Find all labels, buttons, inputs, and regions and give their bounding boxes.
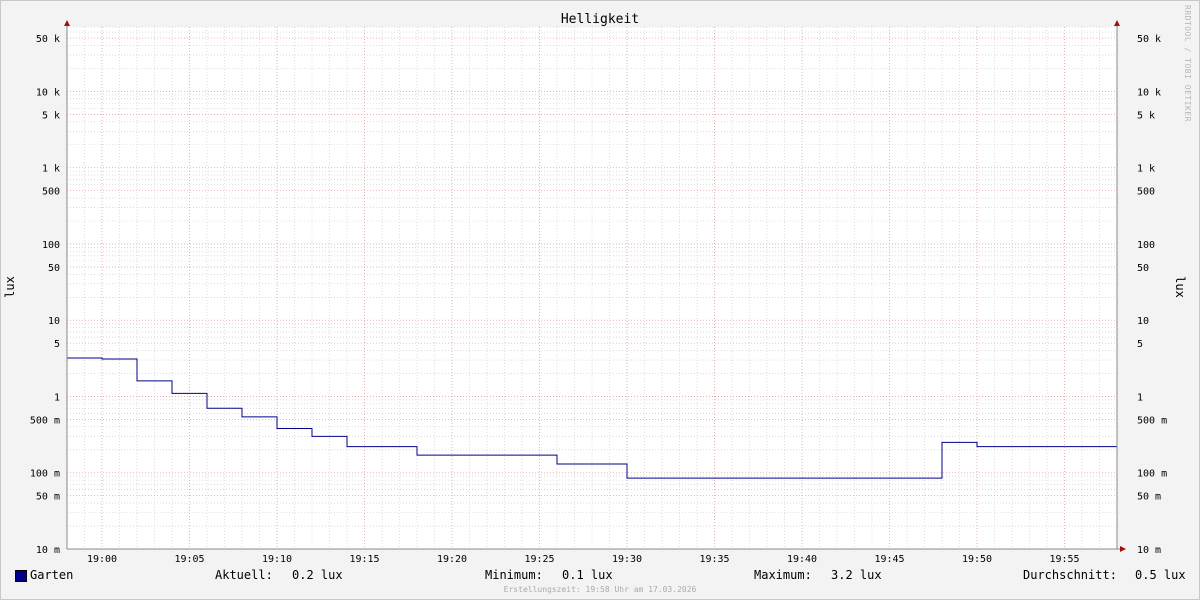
legend-series-label: Garten [30,568,74,582]
y-tick-label-left: 50 [48,263,60,274]
x-tick-label: 19:35 [699,554,729,565]
y-tick-label-left: 10 k [36,87,60,98]
brightness-chart: 50 k 50 k 10 k 10 k 5 k 5 k 1 k 1 k 500 500 100 100… [3,12,1187,565]
y-tick-label-left: 50 k [36,34,60,45]
y-tick-label-left: 500 m [30,415,60,426]
x-tick-label: 19:10 [262,554,292,565]
y-tick-label-left: 5 k [42,110,60,121]
y-tick-label-right: 50 m [1137,492,1161,503]
y-tick-label-right: 5 [1137,339,1143,350]
y-tick-label-right: 50 [1137,263,1149,274]
y-axis-label-right: lux [1173,276,1187,298]
x-tick-label: 19:50 [962,554,992,565]
y-tick-label-left: 10 m [36,545,60,556]
x-tick-label: 19:20 [437,554,467,565]
y-tick-label-left: 500 [42,187,60,198]
x-axis-arrow-icon [1120,546,1126,552]
watermark: RRDTOOL / TOBI OETIKER [1183,5,1192,122]
y-tick-label-left: 5 [54,339,60,350]
y-tick-label-right: 1 [1137,392,1143,403]
x-tick-label: 19:30 [612,554,642,565]
y-tick-label-left: 1 k [42,164,60,175]
legend-aktuell-label: Aktuell: [215,568,273,582]
legend-maximum-value: 3.2 lux [831,568,882,582]
y-tick-label-right: 1 k [1137,164,1155,175]
chart-title: Helligkeit [561,12,639,27]
x-tick-label: 19:45 [874,554,904,565]
footer-timestamp: Erstellungszeit: 19:58 Uhr am 17.03.2026 [503,585,697,594]
y-tick-label-right: 10 [1137,316,1149,327]
y-tick-label-left: 100 [42,240,60,251]
legend-maximum-label: Maximum: [754,568,812,582]
x-tick-label: 19:15 [349,554,379,565]
legend-aktuell-value: 0.2 lux [292,568,343,582]
y-tick-label-left: 50 m [36,492,60,503]
legend-swatch [15,570,27,582]
y-tick-label-right: 10 k [1137,87,1161,98]
y-tick-label-right: 500 m [1137,415,1167,426]
y-tick-label-left: 1 [54,392,60,403]
x-tick-label: 19:55 [1049,554,1079,565]
left-axis-arrow-icon [64,20,70,26]
legend-durchschnitt-label: Durchschnitt: [1023,568,1117,582]
y-tick-label-right: 5 k [1137,110,1155,121]
x-tick-label: 19:05 [174,554,204,565]
y-tick-label-left: 100 m [30,469,60,480]
y-axis-label-left: lux [3,276,17,298]
legend-minimum-value: 0.1 lux [562,568,613,582]
y-tick-label-right: 50 k [1137,34,1161,45]
y-tick-label-right: 10 m [1137,545,1161,556]
y-tick-label-right: 500 [1137,187,1155,198]
x-tick-label: 19:00 [87,554,117,565]
y-tick-label-right: 100 m [1137,469,1167,480]
y-tick-label-right: 100 [1137,240,1155,251]
x-tick-label: 19:25 [524,554,554,565]
legend-durchschnitt-value: 0.5 lux [1135,568,1186,582]
right-axis-arrow-icon [1114,20,1120,26]
x-tick-label: 19:40 [787,554,817,565]
legend-minimum-label: Minimum: [485,568,543,582]
y-tick-label-left: 10 [48,316,60,327]
